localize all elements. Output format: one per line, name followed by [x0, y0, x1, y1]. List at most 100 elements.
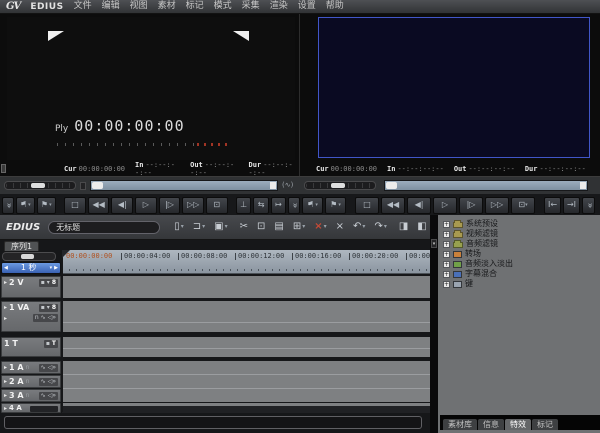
tab-marker[interactable]: 标记 [532, 419, 558, 430]
export-button[interactable]: ◧ [414, 218, 429, 236]
tree-item-video-filters[interactable]: + 视频滤镜 [443, 229, 598, 239]
prev-frame-button[interactable]: ◀| [111, 197, 133, 214]
monitor-button[interactable]: ⊡ [206, 197, 228, 214]
project-title-field[interactable] [48, 221, 160, 234]
tree-item-key[interactable]: + 键 [443, 279, 598, 289]
track-1va-audio-lane[interactable] [62, 322, 430, 332]
tree-item-audio-crossfade[interactable]: + 音频淡入淡出 [443, 259, 598, 269]
expand-audio-icon[interactable]: ▸ [4, 315, 7, 322]
track-3a-lane[interactable] [62, 388, 430, 402]
expand-icon[interactable]: + [443, 271, 450, 278]
track-2v-lane[interactable] [62, 276, 430, 298]
track-2a-lane[interactable] [62, 374, 430, 388]
overwrite-button[interactable]: ⇆ [253, 197, 268, 214]
tree-item-transitions[interactable]: + 转场 [443, 249, 598, 259]
expand-track-icon[interactable]: ▸ [4, 304, 7, 311]
tree-item-audio-filters[interactable]: + 音频滤镜 [443, 239, 598, 249]
track-header-3a[interactable]: ▸ 3 A n ∿◁» [1, 389, 61, 402]
duplicate-button[interactable]: ⊞▾ [290, 218, 308, 236]
undo-button[interactable]: ↶▾ [350, 218, 368, 236]
ffwd-button[interactable]: ▷▷ [485, 197, 509, 214]
save-project-button[interactable]: ▣▾ [211, 218, 230, 236]
playhead-line[interactable] [62, 250, 63, 412]
track-buttons[interactable]: ▪▾8 [39, 304, 58, 312]
tree-item-system-presets[interactable]: + 系统预设 [443, 219, 598, 229]
track-1a-lane[interactable] [62, 361, 430, 374]
tree-item-title-mixer[interactable]: + 字幕混合 [443, 269, 598, 279]
expand-track-icon[interactable]: ▸ [4, 405, 7, 412]
jump-to-in-button[interactable]: I← [544, 197, 561, 214]
recorder-seek-slider[interactable] [384, 180, 588, 191]
set-in-button[interactable]: ⚑▾ [302, 197, 323, 214]
rewind-button[interactable]: ◀◀ [381, 197, 405, 214]
audio-buttons[interactable]: n∿◁» [33, 314, 58, 322]
jump-to-out-button[interactable]: →I [563, 197, 580, 214]
replace-button[interactable]: ↦ [271, 197, 286, 214]
track-buttons[interactable]: ▪▾8 [39, 279, 58, 287]
menu-clip[interactable]: 素材 [158, 2, 176, 11]
menu-file[interactable]: 文件 [74, 2, 92, 11]
new-sequence-button[interactable]: ▯▾ [171, 218, 187, 236]
next-frame-button[interactable]: |▷ [459, 197, 483, 214]
expand-icon[interactable]: + [443, 221, 450, 228]
sequence-tab[interactable]: 序列1 [4, 241, 39, 251]
player-seek-slider[interactable] [90, 180, 278, 191]
playhead-cursor-icon[interactable] [62, 250, 70, 258]
expand-icon[interactable]: + [443, 251, 450, 258]
audio-buttons[interactable]: ∿◁» [39, 392, 58, 400]
player-seek-thumb[interactable] [92, 182, 103, 189]
track-header-2v[interactable]: ▸ 2 V ▪▾8 [1, 276, 61, 298]
expand-track-icon[interactable]: ▸ [4, 364, 7, 371]
add-to-bin-button[interactable]: ◨ [396, 218, 411, 236]
set-in-button[interactable]: ⚑▾ [16, 197, 35, 214]
track-1t-sub-lane[interactable] [62, 348, 430, 357]
dropdown-icon[interactable]: ▾ [50, 265, 53, 271]
menu-marker[interactable]: 标记 [186, 2, 204, 11]
set-out-button[interactable]: ⚑▾ [37, 197, 56, 214]
scale-left-icon[interactable]: ◀ [4, 265, 8, 271]
recorder-shuttle-slider[interactable] [304, 181, 376, 190]
prev-frame-button[interactable]: ◀| [407, 197, 431, 214]
menu-settings[interactable]: 设置 [298, 2, 316, 11]
paste-button[interactable]: ▤ [271, 218, 286, 236]
menu-render[interactable]: 渲染 [270, 2, 288, 11]
play-button[interactable]: ▷ [433, 197, 457, 214]
cut-button[interactable]: ✂ [237, 218, 251, 236]
rewind-button[interactable]: ◀◀ [88, 197, 110, 214]
delete-button[interactable]: ×▾ [311, 218, 329, 236]
timeline-zoom-slider[interactable] [2, 252, 56, 261]
more-controls-button[interactable]: » [2, 197, 14, 214]
menu-view[interactable]: 视图 [130, 2, 148, 11]
menu-help[interactable]: 帮助 [326, 2, 344, 11]
play-button[interactable]: ▷ [135, 197, 157, 214]
insert-to-timeline-button[interactable]: ⊥ [236, 197, 251, 214]
expand-icon[interactable]: + [443, 261, 450, 268]
open-project-button[interactable]: ⊐▾ [190, 218, 208, 236]
stop-button[interactable]: □ [64, 197, 86, 214]
audio-buttons[interactable]: ∿◁» [39, 378, 58, 386]
tab-bin[interactable]: 素材库 [443, 419, 477, 430]
track-header-2a[interactable]: ▸ 2 A n ∿◁» [1, 375, 61, 388]
recorder-seek-thumb[interactable] [386, 182, 397, 189]
timeline-scroll-button[interactable]: ▾ [431, 239, 437, 248]
scale-right-icon[interactable]: ▶ [54, 265, 58, 271]
expand-track-icon[interactable]: ▸ [4, 378, 7, 385]
recorder-shuttle-thumb[interactable] [331, 183, 345, 188]
stop-button[interactable]: □ [355, 197, 379, 214]
delete-parts-button[interactable]: × [333, 218, 347, 236]
track-header-1va[interactable]: ▸ 1 VA ▪▾8 ▸ n∿◁» [1, 301, 61, 332]
track-1t-lane[interactable] [62, 337, 430, 348]
track-header-1t[interactable]: 1 T ▪T [1, 337, 61, 357]
audio-buttons[interactable]: ∿◁» [39, 364, 58, 372]
player-shuttle-thumb[interactable] [31, 183, 45, 188]
expand-icon[interactable]: + [443, 241, 450, 248]
tab-effects[interactable]: 特效 [505, 419, 531, 430]
timescale-dropdown[interactable]: ◀ 1 秒 ▾ ▶ [1, 262, 61, 274]
more-controls-button[interactable]: » [582, 197, 595, 214]
redo-button[interactable]: ↷▾ [371, 218, 389, 236]
track-buttons[interactable]: ▪T [44, 340, 58, 348]
ffwd-button[interactable]: ▷▷ [182, 197, 204, 214]
track-header-1a[interactable]: ▸ 1 A n ∿◁» [1, 361, 61, 374]
expand-track-icon[interactable]: ▸ [4, 392, 7, 399]
tab-information[interactable]: 信息 [478, 419, 504, 430]
